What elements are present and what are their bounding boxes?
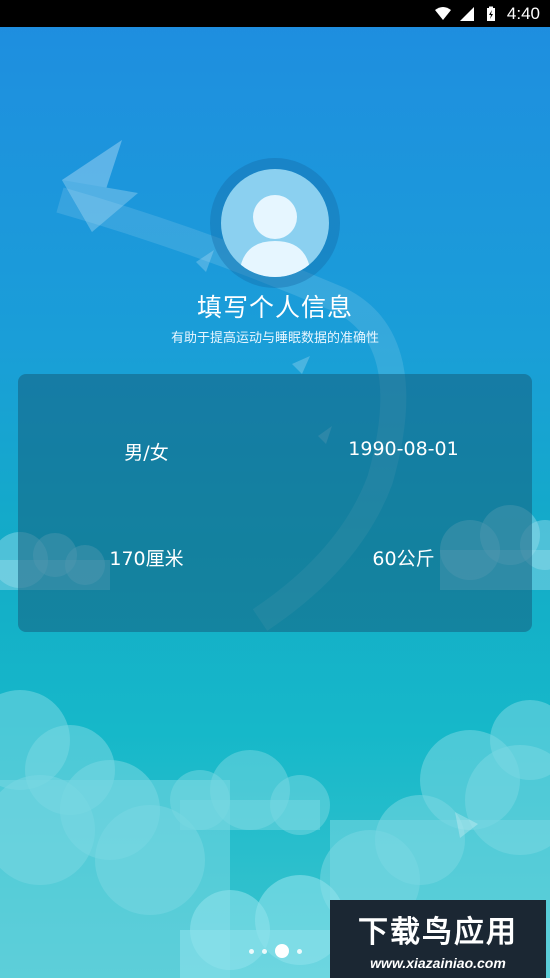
watermark-url: www.xiazainiao.com	[370, 955, 506, 971]
page-dot	[296, 948, 302, 954]
cloud-bottom-left	[0, 690, 230, 978]
avatar[interactable]	[221, 169, 329, 277]
height-field[interactable]: 170厘米	[18, 544, 275, 571]
paper-plane-icon	[62, 140, 138, 232]
watermark-brand: 下载鸟应用	[358, 915, 518, 950]
weight-field[interactable]: 60公斤	[275, 544, 532, 571]
page-dot-active	[274, 944, 289, 958]
watermark-logo: 下载鸟应用 www.xiazainiao.com	[330, 900, 546, 978]
page-title: 填写个人信息	[196, 293, 353, 322]
signal-icon	[459, 6, 474, 21]
info-card: 男/女 1990-08-01 170厘米 60公斤	[18, 374, 532, 632]
page-dot	[248, 948, 254, 954]
battery-icon	[486, 6, 495, 21]
wifi-icon	[434, 6, 451, 20]
page-subtitle: 有助于提高运动与睡眠数据的准确性	[170, 331, 379, 346]
cloud-bottom-middle	[170, 750, 330, 835]
gender-field[interactable]: 男/女	[18, 438, 275, 465]
status-time: 4:40	[506, 3, 540, 23]
birthday-field[interactable]: 1990-08-01	[275, 438, 532, 460]
user-silhouette-icon	[239, 195, 311, 277]
status-bar: 4:40	[0, 0, 550, 27]
page-dot	[261, 948, 267, 954]
